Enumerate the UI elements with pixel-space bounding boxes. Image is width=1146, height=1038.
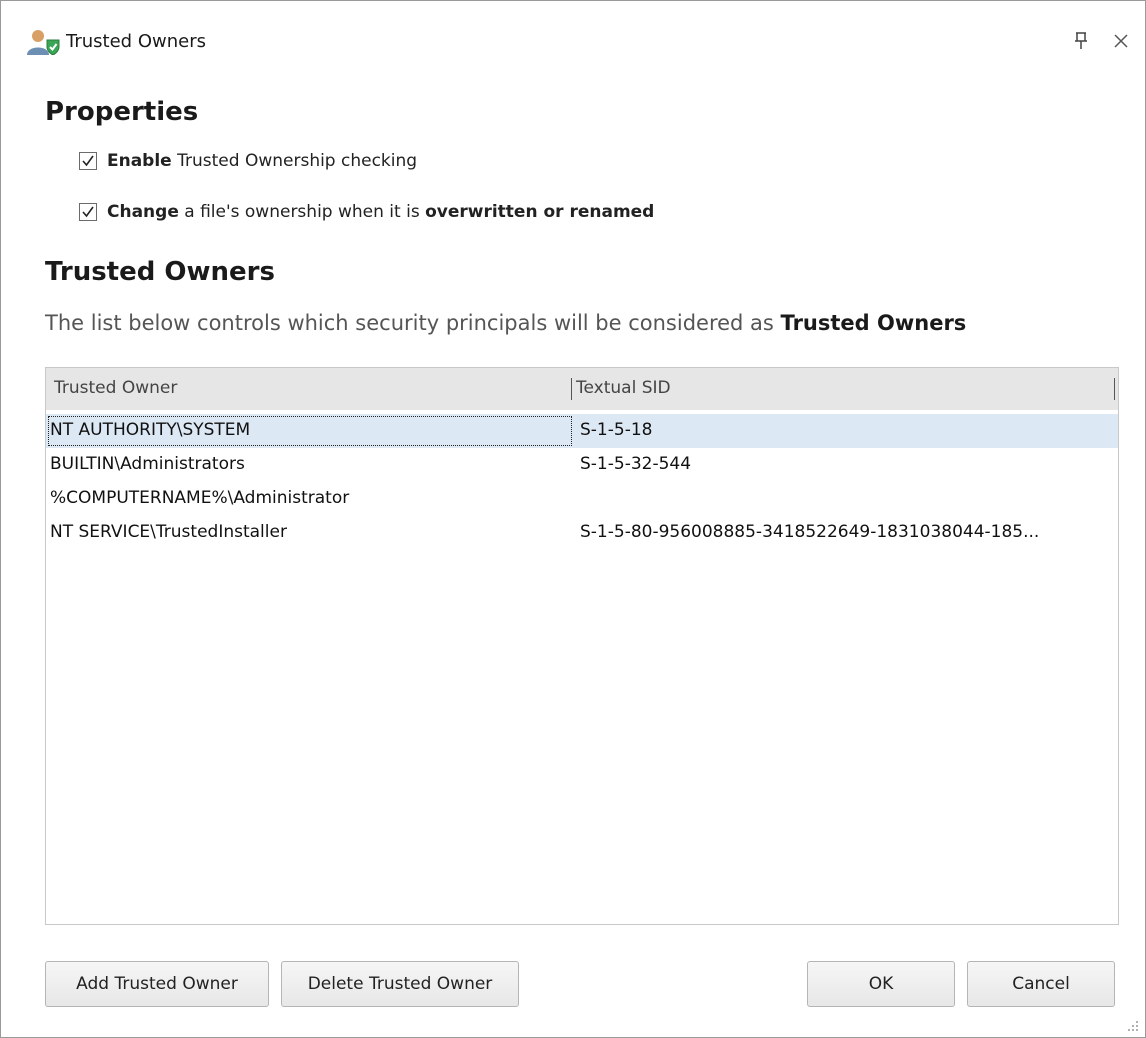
pin-icon[interactable] [1067,27,1095,55]
column-header-trusted-owner[interactable]: Trusted Owner [54,378,177,398]
resize-grip-icon[interactable] [1125,1017,1139,1031]
checkbox-box[interactable] [79,152,97,170]
table-row[interactable]: BUILTIN\Administrators S-1-5-32-544 [46,448,1118,482]
description-bold: Trusted Owners [780,311,967,335]
option-label: a file's ownership when it is [178,202,426,222]
enable-trusted-ownership-checkbox[interactable]: Enable Trusted Ownership checking [79,149,417,173]
owner-cell: NT AUTHORITY\SYSTEM [50,420,251,440]
sid-cell: S-1-5-80-956008885-3418522649-1831038044… [580,522,1040,542]
option-bold-label-2: overwritten or renamed [425,202,655,222]
user-shield-icon [27,29,61,56]
add-trusted-owner-button[interactable]: Add Trusted Owner [45,961,269,1007]
owner-cell: NT SERVICE\TrustedInstaller [50,522,287,542]
trusted-owners-list[interactable]: Trusted Owner Textual SID NT AUTHORITY\S… [45,367,1119,925]
window-title: Trusted Owners [66,31,206,52]
trusted-owners-dialog: Trusted Owners Properties Enable Trusted… [0,0,1146,1038]
title-bar: Trusted Owners [1,1,1145,79]
close-icon[interactable] [1107,27,1135,55]
option-label: Trusted Ownership checking [171,151,418,171]
change-ownership-checkbox[interactable]: Change a file's ownership when it is ove… [79,200,654,224]
checkbox-box[interactable] [79,203,97,221]
trusted-owners-heading: Trusted Owners [45,257,275,287]
option-bold-label: Change [107,202,179,222]
list-header: Trusted Owner Textual SID [46,368,1118,410]
cancel-button[interactable]: Cancel [967,961,1115,1007]
delete-trusted-owner-button[interactable]: Delete Trusted Owner [281,961,519,1007]
description-text: The list below controls which security p… [45,311,781,335]
properties-heading: Properties [45,97,199,127]
table-row[interactable]: NT AUTHORITY\SYSTEM S-1-5-18 [46,414,1118,448]
ok-button[interactable]: OK [807,961,955,1007]
owner-cell: BUILTIN\Administrators [50,454,245,474]
sid-cell: S-1-5-18 [580,420,653,440]
column-header-textual-sid[interactable]: Textual SID [576,378,671,398]
column-divider[interactable] [1114,378,1115,400]
trusted-owners-description: The list below controls which security p… [45,311,966,335]
owner-cell: %COMPUTERNAME%\Administrator [50,488,350,508]
option-bold-label: Enable [107,151,172,171]
column-divider[interactable] [571,378,572,400]
table-row[interactable]: %COMPUTERNAME%\Administrator [46,482,1118,516]
sid-cell: S-1-5-32-544 [580,454,692,474]
table-row[interactable]: NT SERVICE\TrustedInstaller S-1-5-80-956… [46,516,1118,550]
